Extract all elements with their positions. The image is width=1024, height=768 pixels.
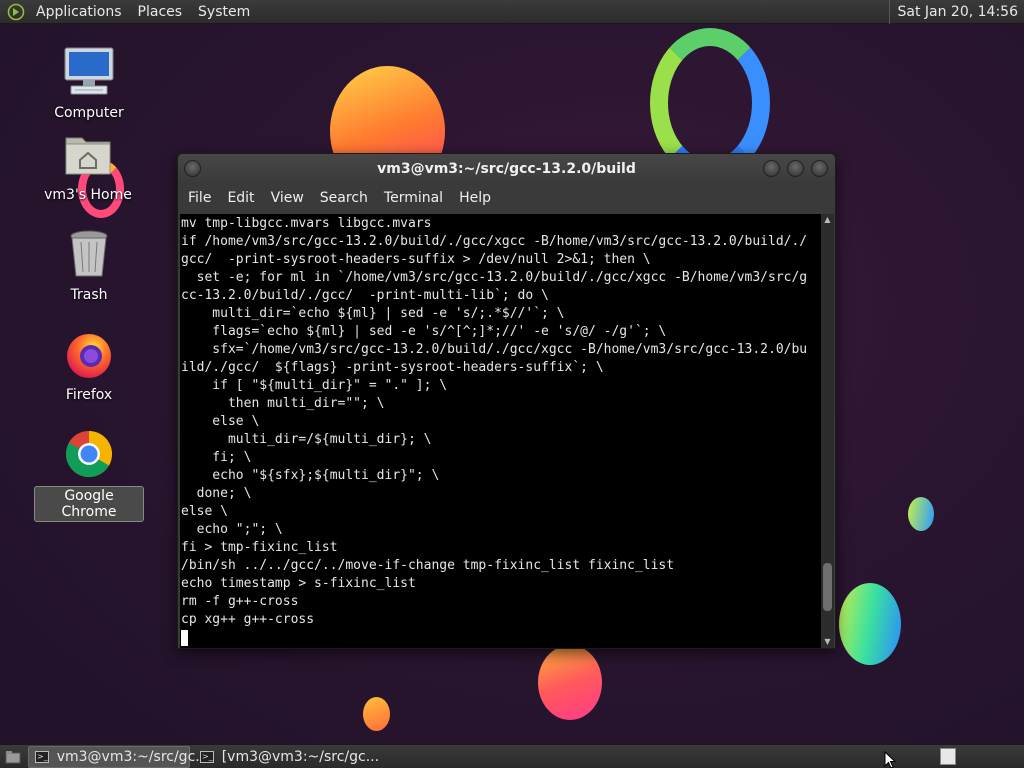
terminal-line: fi; \ — [181, 450, 252, 465]
maximize-button[interactable] — [787, 160, 804, 177]
wallpaper-pink-blob — [538, 645, 602, 720]
terminal-icon: >_ — [200, 750, 214, 763]
desktop-icon-label: Trash — [70, 287, 108, 303]
terminal-line: else \ — [181, 414, 260, 429]
terminal-line: fi > tmp-fixinc_list — [181, 540, 338, 555]
terminal-line: multi_dir=`echo ${ml} | sed -e 's/;.*$//… — [181, 306, 565, 321]
terminal-line: set -e; for ml in `/home/vm3/src/gcc-13.… — [181, 270, 808, 285]
computer-icon — [61, 44, 117, 100]
menu-places[interactable]: Places — [130, 0, 191, 24]
desktop-icon-computer[interactable]: Computer — [34, 44, 144, 122]
clock[interactable]: Sat Jan 20, 14:56 — [888, 0, 1018, 24]
desktop-icon-trash[interactable]: Trash — [34, 226, 144, 304]
terminal-line: else \ — [181, 504, 228, 519]
menu-system[interactable]: System — [190, 0, 258, 24]
wallpaper-green-blob — [839, 583, 901, 665]
terminal-line: cc-13.2.0/build/./gcc/ -print-multi-lib`… — [181, 288, 549, 303]
desktop-icon-label: Google Chrome — [34, 486, 144, 522]
terminal-window[interactable]: vm3@vm3:~/src/gcc-13.2.0/build File Edit… — [177, 153, 836, 649]
terminal-line: if [ "${multi_dir}" = "." ]; \ — [181, 378, 448, 393]
terminal-line: echo timestamp > s-fixinc_list — [181, 576, 416, 591]
firefox-icon — [61, 326, 117, 382]
window-titlebar[interactable]: vm3@vm3:~/src/gcc-13.2.0/build — [178, 154, 835, 184]
menu-help[interactable]: Help — [451, 190, 499, 206]
terminal-line: ild/./gcc/ ${flags} -print-sysroot-heade… — [181, 360, 604, 375]
scroll-up-arrow-icon[interactable]: ▲ — [821, 214, 834, 226]
trash-icon — [61, 226, 117, 282]
terminal-output[interactable]: mv tmp-libgcc.mvars libgcc.mvars if /home… — [180, 214, 822, 648]
desktop-icon-label: Computer — [54, 105, 124, 121]
menu-applications[interactable]: Applications — [28, 0, 130, 24]
taskbar-item-label: [vm3@vm3:~/src/gc... — [221, 748, 380, 765]
terminal-scrollbar[interactable]: ▲ ▼ — [821, 214, 834, 648]
desktop-icon-label: Firefox — [65, 387, 113, 403]
terminal-line: gcc/ -print-sysroot-headers-suffix > /de… — [181, 252, 651, 267]
taskbar-item-terminal-2[interactable]: >_ [vm3@vm3:~/src/gc... — [194, 746, 379, 768]
menu-view[interactable]: View — [263, 190, 312, 206]
terminal-line: sfx=`/home/vm3/src/gcc-13.2.0/build/./gc… — [181, 342, 808, 357]
chrome-icon — [61, 426, 117, 482]
terminal-icon: >_ — [35, 750, 49, 763]
wallpaper-tiny-blob — [908, 497, 934, 531]
menu-file[interactable]: File — [180, 190, 219, 206]
scrollbar-thumb[interactable] — [823, 562, 832, 611]
distro-logo-icon[interactable] — [4, 0, 28, 24]
taskbar-item-label: vm3@vm3:~/src/gc... — [56, 748, 209, 765]
window-menu-button[interactable] — [184, 160, 201, 177]
scroll-down-arrow-icon[interactable]: ▼ — [821, 636, 834, 648]
workspace-switcher[interactable] — [940, 748, 956, 765]
minimize-button[interactable] — [763, 160, 780, 177]
desktop-icon-label: vm3's Home — [44, 187, 132, 203]
mouse-pointer-icon — [884, 750, 897, 768]
terminal-line: done; \ — [181, 486, 252, 501]
terminal-line: flags=`echo ${ml} | sed -e 's/^[^;]*;//'… — [181, 324, 667, 339]
bottom-panel: >_ vm3@vm3:~/src/gc... >_ [vm3@vm3:~/src… — [0, 744, 1024, 768]
terminal-line: if /home/vm3/src/gcc-13.2.0/build/./gcc/… — [181, 234, 808, 249]
terminal-line: then multi_dir=""; \ — [181, 396, 385, 411]
window-title: vm3@vm3:~/src/gcc-13.2.0/build — [377, 161, 636, 177]
top-panel: Applications Places System Sat Jan 20, 1… — [0, 0, 1024, 24]
terminal-line: multi_dir=/${multi_dir}; \ — [181, 432, 432, 447]
terminal-prompt-line — [181, 629, 822, 647]
desktop-icon-chrome[interactable]: Google Chrome — [34, 426, 144, 522]
terminal-line: echo ";"; \ — [181, 522, 283, 537]
terminal-line: rm -f g++-cross — [181, 594, 299, 609]
menu-search[interactable]: Search — [312, 190, 376, 206]
terminal-cursor — [181, 630, 188, 646]
terminal-line: mv tmp-libgcc.mvars libgcc.mvars — [181, 216, 432, 231]
terminal-menubar: File Edit View Search Terminal Help — [178, 184, 835, 212]
home-folder-icon — [60, 126, 116, 182]
close-button[interactable] — [811, 160, 828, 177]
menu-terminal[interactable]: Terminal — [376, 190, 451, 206]
terminal-line: cp xg++ g++-cross — [181, 612, 315, 627]
menu-edit[interactable]: Edit — [219, 190, 262, 206]
desktop-icon-firefox[interactable]: Firefox — [34, 326, 144, 404]
terminal-line: echo "${sfx};${multi_dir}"; \ — [181, 468, 440, 483]
taskbar-item-terminal-1[interactable]: >_ vm3@vm3:~/src/gc... — [28, 745, 209, 768]
show-desktop-icon[interactable] — [2, 746, 24, 768]
desktop-icon-home[interactable]: vm3's Home — [33, 126, 143, 204]
wallpaper-small-orange-blob — [363, 697, 390, 731]
terminal-line: /bin/sh ../../gcc/../move-if-change tmp-… — [181, 558, 675, 573]
